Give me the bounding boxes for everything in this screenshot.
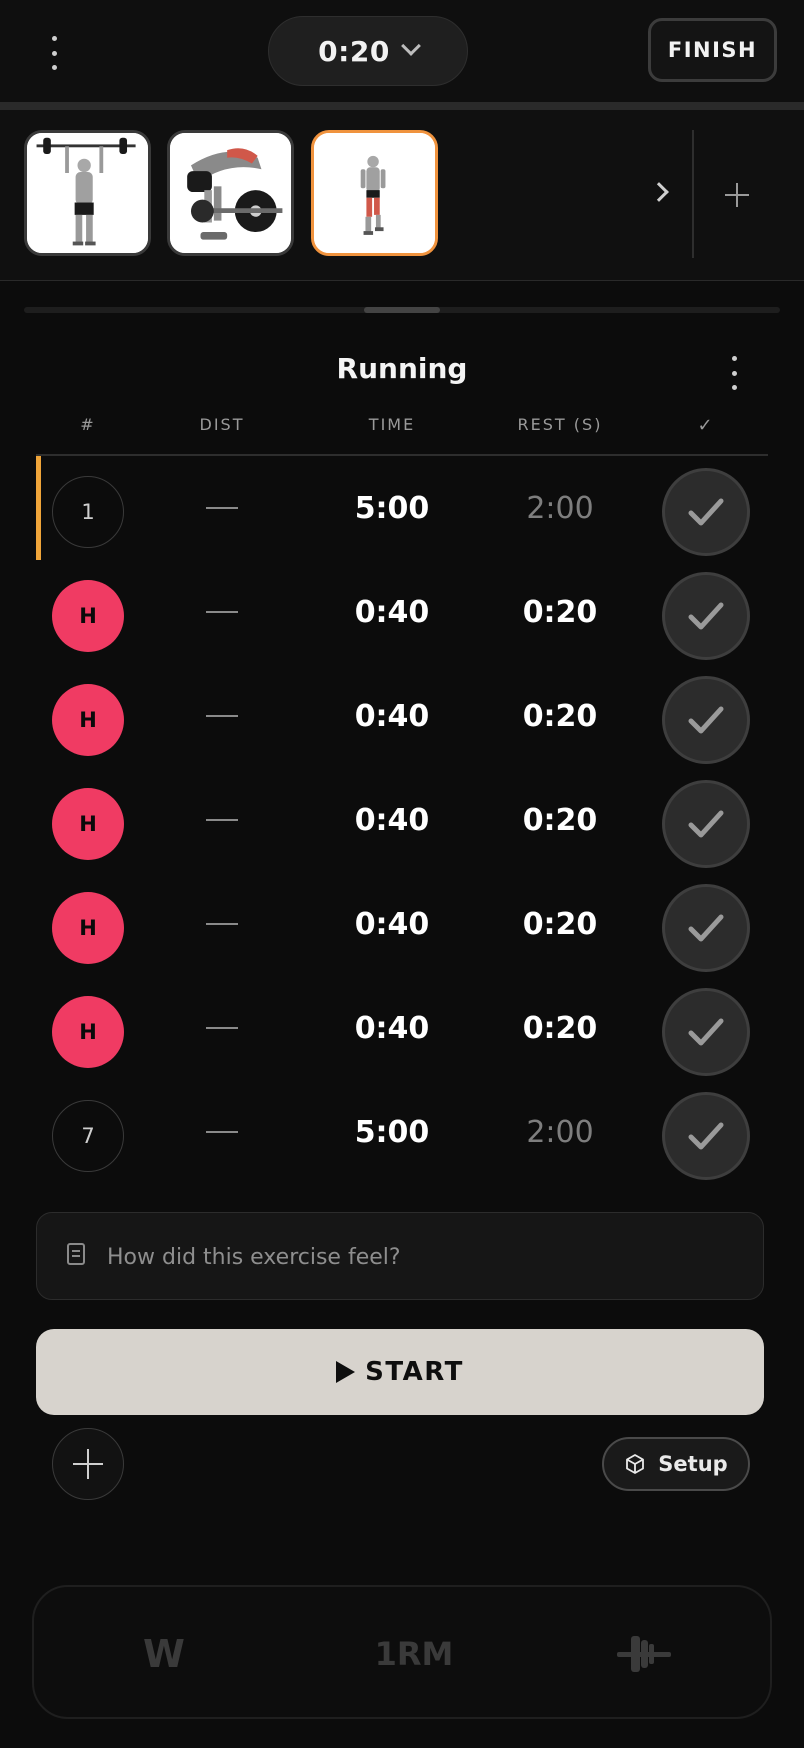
check-icon: [688, 1122, 724, 1150]
set-rest[interactable]: 2:00: [500, 486, 620, 530]
set-row: H 0:40 0:20: [0, 976, 804, 1080]
set-time[interactable]: 0:40: [332, 590, 452, 634]
complete-set-button[interactable]: [662, 572, 750, 660]
chevron-down-icon: [400, 36, 421, 56]
column-header-done: ✓: [697, 415, 715, 436]
set-time[interactable]: 0:40: [332, 694, 452, 738]
tools-panel: W 1RM: [32, 1585, 772, 1719]
check-icon: [688, 706, 724, 734]
set-time[interactable]: 5:00: [332, 486, 452, 530]
exercise-title: Running: [336, 352, 468, 385]
complete-set-button[interactable]: [662, 884, 750, 972]
set-rest[interactable]: 0:20: [500, 902, 620, 946]
set-rest[interactable]: 0:20: [500, 798, 620, 842]
column-header-time: TIME: [368, 415, 416, 434]
one-rep-max-button[interactable]: 1RM: [354, 1587, 474, 1721]
weight-tool-button[interactable]: W: [124, 1587, 204, 1721]
column-header-number: #: [80, 415, 96, 434]
check-icon: [688, 498, 724, 526]
rest-timer-pill[interactable]: 0:20: [268, 16, 468, 86]
exercise-notes-input[interactable]: How did this exercise feel?: [36, 1212, 764, 1300]
check-icon: [688, 1018, 724, 1046]
set-time[interactable]: 0:40: [332, 798, 452, 842]
set-row: 7 5:00 2:00: [0, 1080, 804, 1184]
set-type-badge-hiit[interactable]: H: [52, 788, 124, 860]
set-type-badge-hiit[interactable]: H: [52, 684, 124, 756]
set-rest[interactable]: 2:00: [500, 1110, 620, 1154]
finish-button[interactable]: FINISH: [648, 18, 777, 82]
check-icon: [688, 914, 724, 942]
complete-set-button[interactable]: [662, 1092, 750, 1180]
note-icon: [67, 1243, 85, 1265]
setup-button[interactable]: Setup: [602, 1437, 750, 1491]
set-dist-empty[interactable]: [166, 486, 278, 530]
exercise-menu-kebab-icon[interactable]: [724, 356, 744, 390]
cube-icon: [626, 1454, 645, 1474]
set-row: H 0:40 0:20: [0, 560, 804, 664]
strip-divider: [692, 130, 694, 258]
chevron-right-icon[interactable]: [649, 182, 669, 202]
exercise-thumb-overhead-press[interactable]: [24, 130, 151, 256]
plate-calculator-button[interactable]: [604, 1587, 684, 1721]
set-row: H 0:40 0:20: [0, 872, 804, 976]
set-type-badge-hiit[interactable]: H: [52, 580, 124, 652]
add-set-button[interactable]: [52, 1428, 124, 1500]
set-rest[interactable]: 0:20: [500, 1006, 620, 1050]
set-row: H 0:40 0:20: [0, 768, 804, 872]
menu-kebab-icon[interactable]: [44, 36, 64, 70]
complete-set-button[interactable]: [662, 988, 750, 1076]
set-dist-empty[interactable]: [166, 694, 278, 738]
set-rest[interactable]: 0:20: [500, 590, 620, 634]
overhead-press-illustration: [27, 133, 148, 253]
exercise-strip: [0, 110, 804, 281]
set-type-badge-hiit[interactable]: H: [52, 892, 124, 964]
carousel-scroll-thumb[interactable]: [364, 307, 440, 313]
set-time[interactable]: 0:40: [332, 1006, 452, 1050]
set-number-badge[interactable]: 1: [52, 476, 124, 548]
set-type-badge-hiit[interactable]: H: [52, 996, 124, 1068]
check-icon: [688, 810, 724, 838]
set-number-badge[interactable]: 7: [52, 1100, 124, 1172]
running-illustration: [314, 133, 435, 253]
notes-placeholder: How did this exercise feel?: [107, 1244, 401, 1270]
setup-label: Setup: [658, 1452, 728, 1476]
start-button[interactable]: START: [36, 1329, 764, 1415]
set-dist-empty[interactable]: [166, 590, 278, 634]
exercise-thumb-barbell-row[interactable]: [167, 130, 294, 256]
set-dist-empty[interactable]: [166, 902, 278, 946]
column-header-rest: REST (S): [517, 415, 603, 434]
exercise-thumb-running[interactable]: [311, 130, 438, 256]
set-rest[interactable]: 0:20: [500, 694, 620, 738]
start-label: START: [365, 1357, 464, 1387]
barbell-row-illustration: [170, 133, 291, 253]
set-dist-empty[interactable]: [166, 1110, 278, 1154]
set-dist-empty[interactable]: [166, 1006, 278, 1050]
barbell-plate-icon: [617, 1636, 671, 1672]
set-dist-empty[interactable]: [166, 798, 278, 842]
active-set-indicator: [36, 456, 41, 560]
set-row: 1 5:00 2:00: [0, 456, 804, 560]
set-row: H 0:40 0:20: [0, 664, 804, 768]
header-divider: [0, 102, 804, 110]
complete-set-button[interactable]: [662, 780, 750, 868]
complete-set-button[interactable]: [662, 676, 750, 764]
complete-set-button[interactable]: [662, 468, 750, 556]
set-time[interactable]: 5:00: [332, 1110, 452, 1154]
add-exercise-icon[interactable]: [722, 180, 752, 210]
column-header-dist: DIST: [199, 415, 245, 434]
play-icon: [336, 1361, 356, 1383]
timer-value: 0:20: [318, 34, 390, 68]
check-icon: [688, 602, 724, 630]
set-time[interactable]: 0:40: [332, 902, 452, 946]
